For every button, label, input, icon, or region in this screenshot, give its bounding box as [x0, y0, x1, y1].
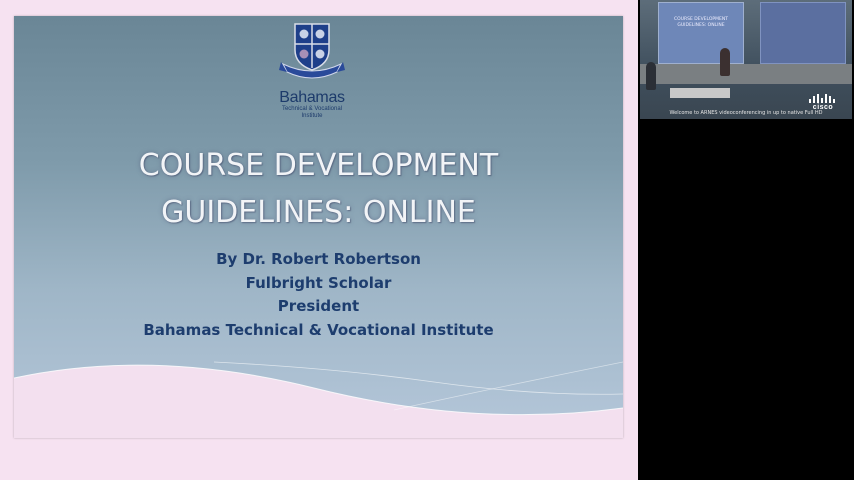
cisco-logo-icon: [809, 94, 835, 103]
room-wall: [640, 64, 852, 84]
slide-title: COURSE DEVELOPMENT GUIDELINES: ONLINE: [14, 142, 623, 236]
audience-person: [646, 62, 656, 90]
school-logo: Bahamas Technical & Vocational Institute: [272, 20, 352, 120]
decorative-wave: [14, 361, 623, 438]
presentation-area: Bahamas Technical & Vocational Institute…: [0, 0, 638, 480]
room-screen-text: COURSE DEVELOPMENT GUIDELINES: ONLINE: [674, 17, 728, 28]
byline-author: By Dr. Robert Robertson: [216, 250, 421, 268]
logo-name: Bahamas: [279, 89, 345, 106]
school-crest-icon: [279, 23, 345, 79]
room-projection-screen: COURSE DEVELOPMENT GUIDELINES: ONLINE: [658, 2, 744, 64]
byline-role: President: [277, 297, 360, 315]
slide: Bahamas Technical & Vocational Institute…: [14, 16, 623, 438]
room-desk: [670, 88, 730, 98]
title-line-1: COURSE DEVELOPMENT: [138, 148, 499, 183]
room-projection-screen-2: [760, 2, 846, 64]
camera-feed: COURSE DEVELOPMENT GUIDELINES: ONLINE ci…: [640, 0, 852, 119]
byline-honor: Fulbright Scholar: [245, 273, 392, 292]
video-side-panel: COURSE DEVELOPMENT GUIDELINES: ONLINE ci…: [638, 0, 854, 480]
logo-subtitle: Technical & Vocational Institute: [281, 106, 343, 119]
title-line-2: GUIDELINES: ONLINE: [161, 195, 476, 230]
video-caption: Welcome to ARNES videoconferencing in up…: [669, 110, 823, 116]
byline-institution: Bahamas Technical & Vocational Institute: [143, 320, 494, 339]
speaker-person: [720, 48, 730, 76]
byline: By Dr. Robert Robertson Fulbright Schola…: [14, 248, 623, 342]
